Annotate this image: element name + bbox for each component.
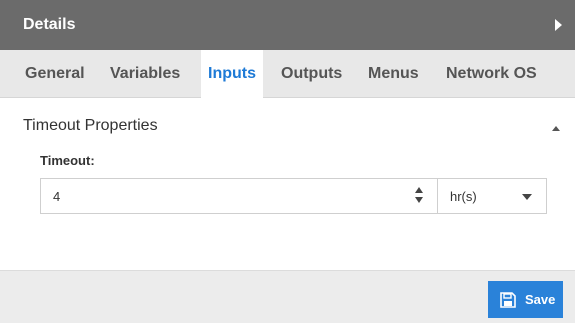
section-header[interactable]: Timeout Properties (23, 117, 158, 135)
save-button-label: Save (525, 292, 556, 307)
chevron-down-icon[interactable] (522, 194, 532, 200)
details-panel-header[interactable]: Details (0, 0, 575, 50)
tab-general[interactable]: General (25, 50, 85, 98)
unit-select[interactable]: hr(s) (437, 178, 547, 214)
save-button[interactable]: Save (488, 281, 563, 318)
tab-bar: General Variables Inputs Outputs Menus N… (0, 50, 575, 99)
collapse-section-icon[interactable] (552, 126, 560, 131)
increment-arrow-icon[interactable] (415, 187, 423, 193)
unit-value: hr(s) (450, 189, 477, 204)
tab-variables[interactable]: Variables (110, 50, 180, 98)
tab-menus[interactable]: Menus (368, 50, 419, 98)
timeout-label: Timeout: (40, 153, 95, 168)
tab-outputs[interactable]: Outputs (281, 50, 342, 98)
tab-inputs[interactable]: Inputs (201, 50, 263, 99)
tab-network-os[interactable]: Network OS (446, 50, 537, 98)
panel-title: Details (23, 16, 76, 33)
expand-panel-icon[interactable] (555, 19, 562, 31)
decrement-arrow-icon[interactable] (415, 197, 423, 203)
floppy-disk-icon (500, 291, 516, 308)
spinner-arrows-icon[interactable] (413, 186, 425, 206)
timeout-input[interactable] (40, 178, 437, 214)
